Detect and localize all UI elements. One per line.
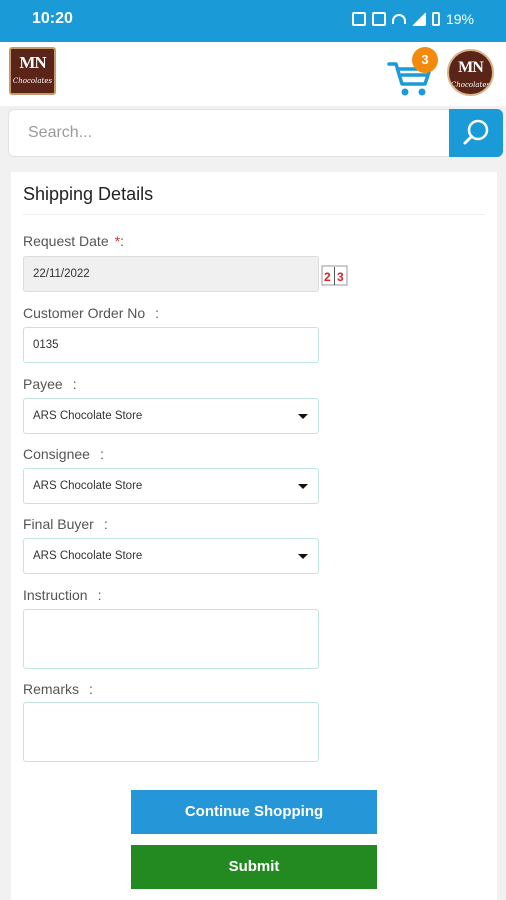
- search-icon: [463, 119, 489, 145]
- remarks-label-text: Remarks: [23, 681, 80, 697]
- battery-icon: [431, 12, 440, 26]
- request-date-label: Request Date *:: [23, 233, 124, 249]
- sync-icon: [371, 12, 386, 26]
- colon: :: [72, 376, 77, 392]
- svg-text:3: 3: [337, 270, 344, 284]
- customer-order-label-text: Customer Order No: [23, 305, 146, 321]
- consignee-label: Consignee:: [23, 446, 104, 462]
- cart-count-badge: 3: [412, 47, 438, 73]
- logo-mark: MN: [19, 53, 46, 72]
- notification-icon: [351, 12, 366, 26]
- remarks-label: Remarks:: [23, 681, 93, 697]
- page-title: Shipping Details: [23, 184, 154, 204]
- status-icons: 19%: [351, 11, 474, 27]
- search-bar: [8, 109, 503, 157]
- dropdown-arrow-icon: [298, 484, 308, 489]
- instruction-label: Instruction:: [23, 587, 101, 603]
- status-bar: 10:20 19%: [0, 0, 506, 42]
- title-divider: [23, 214, 485, 215]
- instruction-label-text: Instruction: [23, 587, 88, 603]
- payee-value: ARS Chocolate Store: [33, 410, 143, 422]
- logo-subtext: Chocolates: [12, 77, 53, 85]
- svg-text:2: 2: [324, 270, 331, 284]
- search-button[interactable]: [449, 109, 503, 157]
- shipping-details-card: Shipping Details Request Date *: 22/11/20…: [11, 172, 497, 900]
- app-bar: MN Chocolates 3 MN Chocolates: [0, 42, 506, 106]
- avatar-logo-mark: MN: [458, 59, 484, 76]
- final-buyer-select[interactable]: ARS Chocolate Store: [23, 538, 319, 574]
- request-date-label-text: Request Date: [23, 233, 109, 249]
- final-buyer-label-text: Final Buyer: [23, 516, 94, 532]
- payee-label: Payee:: [23, 376, 77, 392]
- colon: :: [103, 516, 108, 532]
- submit-button[interactable]: Submit: [131, 845, 377, 889]
- continue-shopping-button[interactable]: Continue Shopping: [131, 790, 377, 834]
- status-time: 10:20: [32, 10, 73, 27]
- customer-order-label: Customer Order No:: [23, 305, 159, 321]
- request-date-field: 22/11/2022: [23, 256, 319, 292]
- consignee-select[interactable]: ARS Chocolate Store: [23, 468, 319, 504]
- wifi-icon: [391, 14, 406, 24]
- brand-logo[interactable]: MN Chocolates: [9, 47, 56, 95]
- calendar-icon[interactable]: 2 3: [321, 264, 348, 286]
- dropdown-arrow-icon: [298, 414, 308, 419]
- colon: :: [97, 587, 102, 603]
- final-buyer-label: Final Buyer:: [23, 516, 108, 532]
- signal-icon: [411, 12, 426, 26]
- colon: :: [89, 681, 93, 697]
- payee-label-text: Payee: [23, 376, 63, 392]
- colon: :: [155, 305, 160, 321]
- instruction-textarea[interactable]: [23, 609, 319, 669]
- dropdown-arrow-icon: [298, 554, 308, 559]
- avatar-logo-subtext: Chocolates: [450, 81, 491, 89]
- consignee-label-text: Consignee: [23, 446, 90, 462]
- colon: :: [99, 446, 104, 462]
- consignee-value: ARS Chocolate Store: [33, 480, 143, 492]
- battery-level: 19%: [445, 11, 474, 27]
- colon: :: [120, 233, 124, 249]
- customer-order-input[interactable]: 0135: [23, 327, 319, 363]
- remarks-textarea[interactable]: [23, 702, 319, 762]
- search-input[interactable]: [8, 109, 449, 157]
- final-buyer-value: ARS Chocolate Store: [33, 550, 143, 562]
- avatar[interactable]: MN Chocolates: [447, 49, 494, 96]
- payee-select[interactable]: ARS Chocolate Store: [23, 398, 319, 434]
